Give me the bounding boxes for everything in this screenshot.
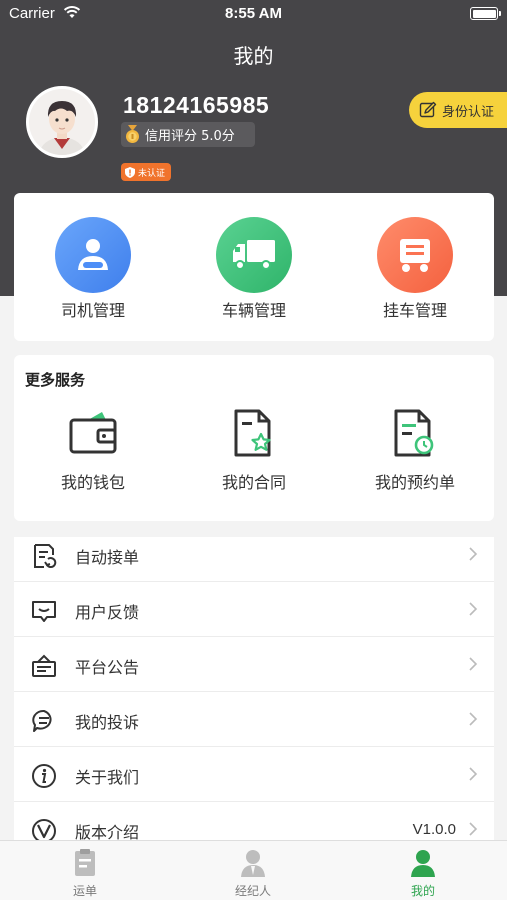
me-icon bbox=[383, 848, 463, 878]
chevron-right-icon bbox=[469, 767, 478, 781]
contract-button[interactable]: 我的合同 bbox=[194, 405, 314, 493]
verification-status-text: 未认证 bbox=[138, 168, 166, 179]
reservation-label: 我的预约单 bbox=[374, 473, 455, 492]
tab-label: 我的 bbox=[410, 884, 435, 898]
trailer-management-button[interactable]: 挂车管理 bbox=[355, 217, 475, 321]
credit-score-text: 信用评分 5.0分 bbox=[145, 129, 235, 144]
tab-label: 经纪人 bbox=[234, 884, 271, 898]
battery-icon bbox=[470, 7, 501, 20]
vehicle-management-label: 车辆管理 bbox=[221, 301, 286, 320]
chevron-right-icon bbox=[469, 822, 478, 836]
list-item-about[interactable]: 关于我们 bbox=[14, 747, 494, 802]
status-bar: Carrier 8:55 AM bbox=[0, 0, 507, 28]
complaint-icon bbox=[32, 709, 52, 732]
driver-management-label: 司机管理 bbox=[60, 301, 125, 320]
version-icon bbox=[32, 819, 56, 840]
chevron-right-icon bbox=[469, 602, 478, 616]
more-services-title: 更多服务 bbox=[25, 371, 86, 389]
identity-verification-button[interactable]: 身份认证 bbox=[409, 92, 507, 128]
truck-icon bbox=[216, 217, 292, 293]
credit-score[interactable]: 信用评分 5.0分 bbox=[121, 122, 255, 147]
more-services-card: 更多服务 我的钱包 我的合同 我的预约单 bbox=[14, 355, 494, 521]
chevron-right-icon bbox=[469, 547, 478, 561]
verification-status-badge: 未认证 bbox=[121, 163, 172, 181]
version-value: V1.0.0 bbox=[412, 821, 456, 838]
waybill-icon bbox=[45, 848, 125, 878]
list-item-label: 用户反馈 bbox=[75, 603, 140, 622]
broker-icon bbox=[213, 848, 293, 878]
chevron-right-icon bbox=[469, 657, 478, 671]
list-item-auto-order[interactable]: 自动接单 bbox=[14, 537, 494, 582]
list-item-announcement[interactable]: 平台公告 bbox=[14, 637, 494, 692]
list-item-label: 自动接单 bbox=[75, 548, 140, 567]
avatar-illustration bbox=[29, 89, 95, 155]
list-item-complaint[interactable]: 我的投诉 bbox=[14, 692, 494, 747]
driver-management-button[interactable]: 司机管理 bbox=[33, 217, 153, 321]
edit-icon bbox=[419, 101, 437, 118]
contract-label: 我的合同 bbox=[221, 473, 286, 492]
auto-order-icon bbox=[34, 544, 57, 569]
wallet-button[interactable]: 我的钱包 bbox=[33, 405, 153, 493]
tab-label: 运单 bbox=[72, 884, 97, 898]
feedback-icon bbox=[32, 601, 56, 622]
shield-icon bbox=[125, 166, 135, 178]
settings-list: 自动接单 用户反馈 平台公告 我的投诉 关于我们 版本介绍 V1.0.0 bbox=[14, 537, 494, 840]
trailer-management-label: 挂车管理 bbox=[382, 301, 447, 320]
clock: 8:55 AM bbox=[225, 5, 282, 22]
chevron-right-icon bbox=[469, 712, 478, 726]
tab-me[interactable]: 我的 bbox=[383, 848, 463, 899]
list-item-label: 关于我们 bbox=[75, 768, 140, 787]
announcement-icon bbox=[32, 654, 56, 677]
page-title: 我的 bbox=[233, 44, 274, 68]
info-icon bbox=[32, 764, 56, 788]
list-item-label: 平台公告 bbox=[75, 658, 140, 677]
reservation-icon bbox=[355, 405, 475, 461]
tab-bar: 运单 经纪人 我的 bbox=[0, 840, 507, 900]
driver-icon bbox=[55, 217, 131, 293]
trailer-icon bbox=[377, 217, 453, 293]
tab-waybill[interactable]: 运单 bbox=[45, 848, 125, 899]
list-item-label: 版本介绍 bbox=[75, 823, 140, 840]
management-card: 司机管理 车辆管理 挂车管理 bbox=[14, 193, 494, 341]
wallet-icon bbox=[33, 405, 153, 461]
user-phone: 18124165985 bbox=[123, 92, 270, 118]
list-item-label: 我的投诉 bbox=[75, 713, 140, 732]
list-item-feedback[interactable]: 用户反馈 bbox=[14, 582, 494, 637]
avatar[interactable] bbox=[26, 86, 98, 158]
tab-broker[interactable]: 经纪人 bbox=[213, 848, 293, 899]
list-item-version[interactable]: 版本介绍 V1.0.0 bbox=[14, 802, 494, 840]
identity-verification-label: 身份认证 bbox=[442, 104, 495, 120]
medal-icon bbox=[126, 125, 139, 143]
contract-icon bbox=[194, 405, 314, 461]
reservation-button[interactable]: 我的预约单 bbox=[355, 405, 475, 493]
wallet-label: 我的钱包 bbox=[60, 473, 125, 492]
vehicle-management-button[interactable]: 车辆管理 bbox=[194, 217, 314, 321]
